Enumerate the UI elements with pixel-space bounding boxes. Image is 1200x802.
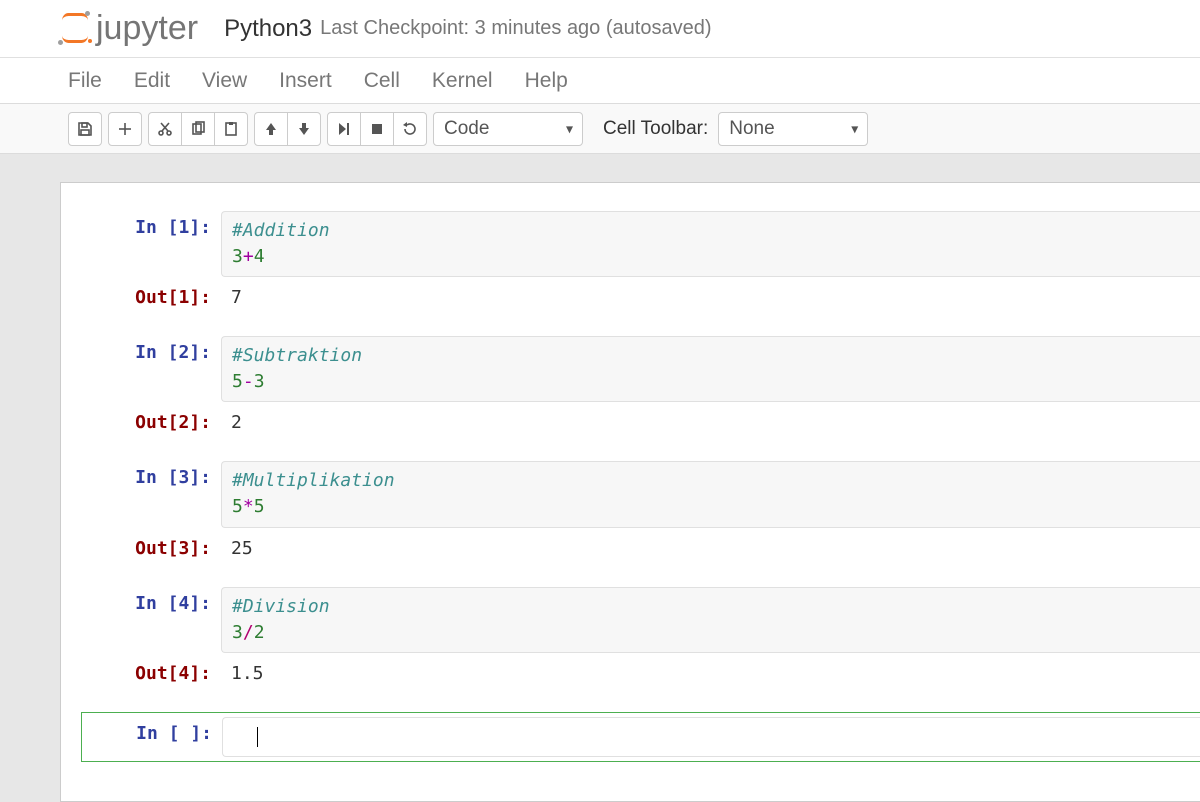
output-text: 7 bbox=[221, 281, 1200, 314]
save-icon bbox=[77, 121, 93, 137]
out-prompt: Out[2]: bbox=[61, 406, 221, 439]
menu-help[interactable]: Help bbox=[525, 69, 568, 93]
code-input[interactable] bbox=[222, 717, 1200, 757]
in-prompt: In [4]: bbox=[61, 587, 221, 653]
cell-toolbar-label: Cell Toolbar: bbox=[603, 118, 708, 140]
menu-kernel[interactable]: Kernel bbox=[432, 69, 493, 93]
code-input[interactable]: #Multiplikation 5*5 bbox=[221, 461, 1200, 527]
cut-button[interactable] bbox=[148, 112, 182, 146]
code-cell[interactable]: In [4]:#Division 3/2 bbox=[61, 587, 1200, 653]
notebook-container: In [1]:#Addition 3+4Out[1]:7In [2]:#Subt… bbox=[60, 182, 1200, 802]
move-group bbox=[254, 112, 321, 146]
plus-icon bbox=[117, 121, 133, 137]
toolbar: Code Cell Toolbar: None bbox=[0, 104, 1200, 154]
output-text: 2 bbox=[221, 406, 1200, 439]
output-cell: Out[4]:1.5 bbox=[61, 657, 1200, 690]
cut-icon bbox=[157, 121, 173, 137]
jupyter-logo: jupyter bbox=[60, 9, 198, 48]
code-cell-empty[interactable]: In [ ]: bbox=[81, 712, 1200, 762]
copy-icon bbox=[190, 121, 206, 137]
menu-cell[interactable]: Cell bbox=[364, 69, 400, 93]
menu-file[interactable]: File bbox=[68, 69, 102, 93]
add-cell-button[interactable] bbox=[108, 112, 142, 146]
code-cell[interactable]: In [3]:#Multiplikation 5*5 bbox=[61, 461, 1200, 527]
code-cell[interactable]: In [2]:#Subtraktion 5-3 bbox=[61, 336, 1200, 402]
paste-button[interactable] bbox=[214, 112, 248, 146]
code-input[interactable]: #Subtraktion 5-3 bbox=[221, 336, 1200, 402]
stop-icon bbox=[369, 121, 385, 137]
in-prompt: In [ ]: bbox=[82, 717, 222, 757]
move-down-button[interactable] bbox=[287, 112, 321, 146]
menu-insert[interactable]: Insert bbox=[279, 69, 332, 93]
run-group bbox=[327, 112, 427, 146]
in-prompt: In [3]: bbox=[61, 461, 221, 527]
cell-toolbar-select-wrap: None bbox=[718, 112, 868, 146]
output-cell: Out[3]:25 bbox=[61, 532, 1200, 565]
output-cell: Out[1]:7 bbox=[61, 281, 1200, 314]
jupyter-logo-text: jupyter bbox=[96, 9, 198, 48]
edit-group bbox=[148, 112, 248, 146]
in-prompt: In [1]: bbox=[61, 211, 221, 277]
code-input[interactable]: #Addition 3+4 bbox=[221, 211, 1200, 277]
cell-toolbar-select[interactable]: None bbox=[718, 112, 868, 146]
restart-button[interactable] bbox=[393, 112, 427, 146]
move-up-button[interactable] bbox=[254, 112, 288, 146]
notebook-name[interactable]: Python3 bbox=[224, 15, 312, 43]
save-button[interactable] bbox=[68, 112, 102, 146]
checkpoint-status: Last Checkpoint: 3 minutes ago (autosave… bbox=[320, 17, 711, 40]
arrow-up-icon bbox=[263, 121, 279, 137]
out-prompt: Out[3]: bbox=[61, 532, 221, 565]
in-prompt: In [2]: bbox=[61, 336, 221, 402]
cell-type-select[interactable]: Code bbox=[433, 112, 583, 146]
interrupt-button[interactable] bbox=[360, 112, 394, 146]
notebook-header: jupyter Python3 Last Checkpoint: 3 minut… bbox=[0, 0, 1200, 58]
menu-view[interactable]: View bbox=[202, 69, 247, 93]
menu-edit[interactable]: Edit bbox=[134, 69, 170, 93]
menubar: File Edit View Insert Cell Kernel Help bbox=[0, 58, 1200, 104]
code-input[interactable]: #Division 3/2 bbox=[221, 587, 1200, 653]
out-prompt: Out[1]: bbox=[61, 281, 221, 314]
jupyter-logo-icon bbox=[60, 13, 90, 43]
cell-type-select-wrap: Code bbox=[433, 112, 583, 146]
run-icon bbox=[336, 121, 352, 137]
out-prompt: Out[4]: bbox=[61, 657, 221, 690]
output-text: 1.5 bbox=[221, 657, 1200, 690]
code-cell[interactable]: In [1]:#Addition 3+4 bbox=[61, 211, 1200, 277]
output-text: 25 bbox=[221, 532, 1200, 565]
run-button[interactable] bbox=[327, 112, 361, 146]
arrow-down-icon bbox=[296, 121, 312, 137]
paste-icon bbox=[223, 121, 239, 137]
output-cell: Out[2]:2 bbox=[61, 406, 1200, 439]
text-cursor-icon bbox=[257, 727, 258, 747]
restart-icon bbox=[402, 121, 418, 137]
copy-button[interactable] bbox=[181, 112, 215, 146]
